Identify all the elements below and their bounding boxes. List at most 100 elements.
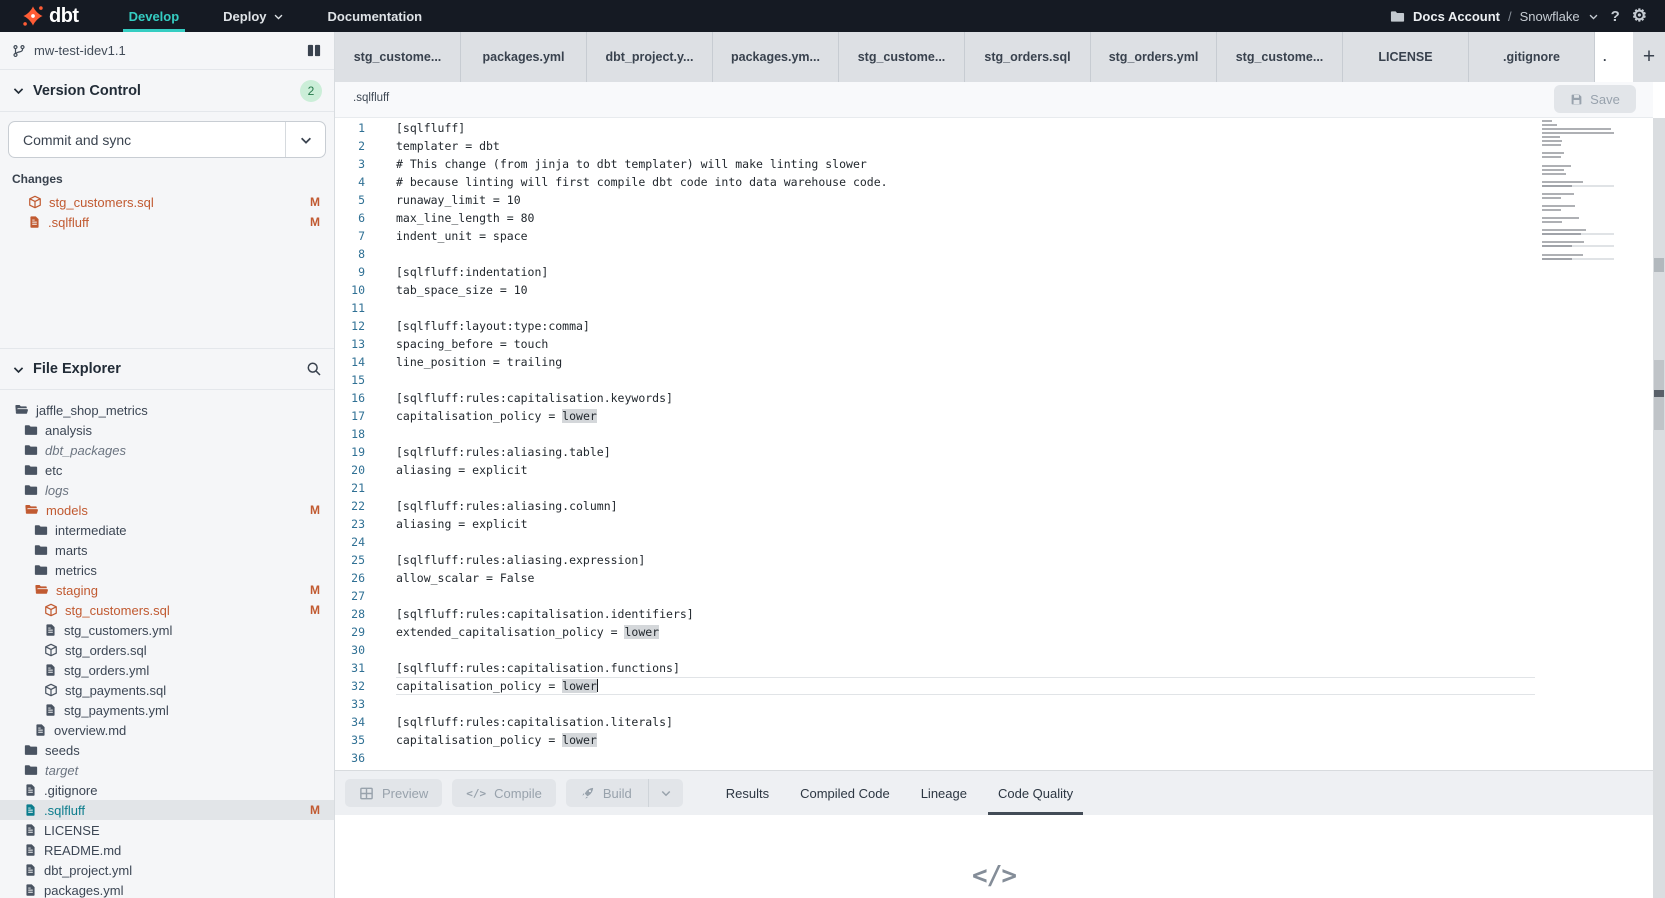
- tree-item[interactable]: dbt_project.yml: [0, 860, 334, 880]
- tree-item[interactable]: packages.yml: [0, 880, 334, 898]
- editor-tab[interactable]: stg_custome...: [839, 32, 965, 82]
- compile-button[interactable]: </>Compile: [452, 779, 556, 807]
- dbt-logo[interactable]: dbt: [22, 0, 79, 32]
- tree-item[interactable]: overview.md: [0, 720, 334, 740]
- code-line[interactable]: 26allow_scalar = False: [335, 569, 1653, 587]
- code-line[interactable]: 21: [335, 479, 1653, 497]
- nav-item-deploy[interactable]: Deploy: [217, 0, 289, 32]
- tree-item[interactable]: seeds: [0, 740, 334, 760]
- build-options-toggle[interactable]: [648, 779, 683, 807]
- version-control-header[interactable]: Version Control 2: [0, 70, 334, 112]
- tab-sqlfluff-partial[interactable]: .: [1595, 32, 1633, 82]
- code-line[interactable]: 32capitalisation_policy = lower: [335, 677, 1653, 695]
- build-button[interactable]: Build: [566, 779, 683, 807]
- changed-file[interactable]: .sqlfluffM: [0, 212, 334, 232]
- file-explorer-header[interactable]: File Explorer: [0, 348, 334, 390]
- account-switcher[interactable]: Docs Account / Snowflake: [1390, 9, 1599, 24]
- code-line[interactable]: 31[sqlfluff:rules:capitalisation.functio…: [335, 659, 1653, 677]
- tree-item[interactable]: dbt_packages: [0, 440, 334, 460]
- code-line[interactable]: 19[sqlfluff:rules:aliasing.table]: [335, 443, 1653, 461]
- tree-item[interactable]: stg_payments.yml: [0, 700, 334, 720]
- code-line[interactable]: 35capitalisation_policy = lower: [335, 731, 1653, 749]
- code-line[interactable]: 28[sqlfluff:rules:capitalisation.identif…: [335, 605, 1653, 623]
- vertical-scrollbar[interactable]: [1653, 118, 1665, 898]
- code-line[interactable]: 5runaway_limit = 10: [335, 191, 1653, 209]
- editor-tab[interactable]: .gitignore: [1469, 32, 1595, 82]
- help-icon[interactable]: ?: [1611, 8, 1620, 25]
- tree-item[interactable]: marts: [0, 540, 334, 560]
- code-line[interactable]: 3# This change (from jinja to dbt templa…: [335, 155, 1653, 173]
- panel-tab-code-quality[interactable]: Code Quality: [998, 771, 1073, 815]
- code-line[interactable]: 14line_position = trailing: [335, 353, 1653, 371]
- code-line[interactable]: 16[sqlfluff:rules:capitalisation.keyword…: [335, 389, 1653, 407]
- tree-item[interactable]: LICENSE: [0, 820, 334, 840]
- new-tab-button[interactable]: +: [1633, 32, 1665, 82]
- changed-file[interactable]: stg_customers.sqlM: [0, 192, 334, 212]
- panel-layout-icon[interactable]: [306, 43, 322, 58]
- code-line[interactable]: 13spacing_before = touch: [335, 335, 1653, 353]
- code-line[interactable]: 29extended_capitalisation_policy = lower: [335, 623, 1653, 641]
- save-button[interactable]: Save: [1554, 85, 1636, 113]
- tree-item[interactable]: stg_orders.yml: [0, 660, 334, 680]
- editor-tab[interactable]: stg_orders.yml: [1091, 32, 1217, 82]
- code-line[interactable]: 6max_line_length = 80: [335, 209, 1653, 227]
- tree-item[interactable]: .sqlfluffM: [0, 800, 334, 820]
- code-editor[interactable]: 1[sqlfluff]2templater = dbt3# This chang…: [335, 118, 1653, 770]
- code-line[interactable]: 20aliasing = explicit: [335, 461, 1653, 479]
- code-line[interactable]: 36: [335, 749, 1653, 767]
- code-line[interactable]: 25[sqlfluff:rules:aliasing.expression]: [335, 551, 1653, 569]
- gear-icon[interactable]: ⚙: [1632, 6, 1647, 26]
- code-line[interactable]: 34[sqlfluff:rules:capitalisation.literal…: [335, 713, 1653, 731]
- code-line[interactable]: 12[sqlfluff:layout:type:comma]: [335, 317, 1653, 335]
- tree-item[interactable]: .gitignore: [0, 780, 334, 800]
- code-line[interactable]: 27: [335, 587, 1653, 605]
- commit-options-toggle[interactable]: [285, 122, 325, 157]
- panel-tab-lineage[interactable]: Lineage: [921, 771, 967, 815]
- tree-item[interactable]: metrics: [0, 560, 334, 580]
- code-line[interactable]: 18: [335, 425, 1653, 443]
- code-line[interactable]: 15: [335, 371, 1653, 389]
- editor-tab[interactable]: packages.ym...: [713, 32, 839, 82]
- tree-item[interactable]: stg_payments.sql: [0, 680, 334, 700]
- tree-item[interactable]: etc: [0, 460, 334, 480]
- panel-tab-compiled-code[interactable]: Compiled Code: [800, 771, 890, 815]
- code-line[interactable]: 8: [335, 245, 1653, 263]
- tree-item[interactable]: target: [0, 760, 334, 780]
- code-line[interactable]: 4# because linting will first compile db…: [335, 173, 1653, 191]
- code-line[interactable]: 7indent_unit = space: [335, 227, 1653, 245]
- code-line[interactable]: 30: [335, 641, 1653, 659]
- editor-tab[interactable]: stg_custome...: [1217, 32, 1343, 82]
- tree-item[interactable]: jaffle_shop_metrics: [0, 400, 334, 420]
- code-line[interactable]: 11: [335, 299, 1653, 317]
- editor-tab[interactable]: packages.yml: [461, 32, 587, 82]
- code-line[interactable]: 10tab_space_size = 10: [335, 281, 1653, 299]
- nav-item-documentation[interactable]: Documentation: [322, 0, 429, 32]
- tree-item[interactable]: intermediate: [0, 520, 334, 540]
- tree-item[interactable]: logs: [0, 480, 334, 500]
- branch-row[interactable]: mw-test-idev1.1: [0, 32, 334, 70]
- tree-item[interactable]: stg_orders.sql: [0, 640, 334, 660]
- tree-item[interactable]: stg_customers.sqlM: [0, 600, 334, 620]
- code-line[interactable]: 33: [335, 695, 1653, 713]
- tree-item[interactable]: stagingM: [0, 580, 334, 600]
- code-line[interactable]: 1[sqlfluff]: [335, 119, 1653, 137]
- commit-and-sync-button[interactable]: Commit and sync: [8, 121, 326, 158]
- tree-item[interactable]: README.md: [0, 840, 334, 860]
- code-line[interactable]: 17capitalisation_policy = lower: [335, 407, 1653, 425]
- code-line[interactable]: 2templater = dbt: [335, 137, 1653, 155]
- editor-tab[interactable]: stg_orders.sql: [965, 32, 1091, 82]
- search-icon[interactable]: [306, 361, 322, 377]
- editor-tab[interactable]: stg_custome...: [335, 32, 461, 82]
- panel-tab-results[interactable]: Results: [726, 771, 769, 815]
- nav-item-develop[interactable]: Develop: [123, 0, 186, 32]
- editor-tab[interactable]: dbt_project.y...: [587, 32, 713, 82]
- tree-item[interactable]: analysis: [0, 420, 334, 440]
- tree-item[interactable]: modelsM: [0, 500, 334, 520]
- preview-button[interactable]: Preview: [345, 779, 442, 807]
- tree-item[interactable]: stg_customers.yml: [0, 620, 334, 640]
- code-line[interactable]: 24: [335, 533, 1653, 551]
- code-line[interactable]: 9[sqlfluff:indentation]: [335, 263, 1653, 281]
- code-line[interactable]: 23aliasing = explicit: [335, 515, 1653, 533]
- editor-tab[interactable]: LICENSE: [1343, 32, 1469, 82]
- code-line[interactable]: 22[sqlfluff:rules:aliasing.column]: [335, 497, 1653, 515]
